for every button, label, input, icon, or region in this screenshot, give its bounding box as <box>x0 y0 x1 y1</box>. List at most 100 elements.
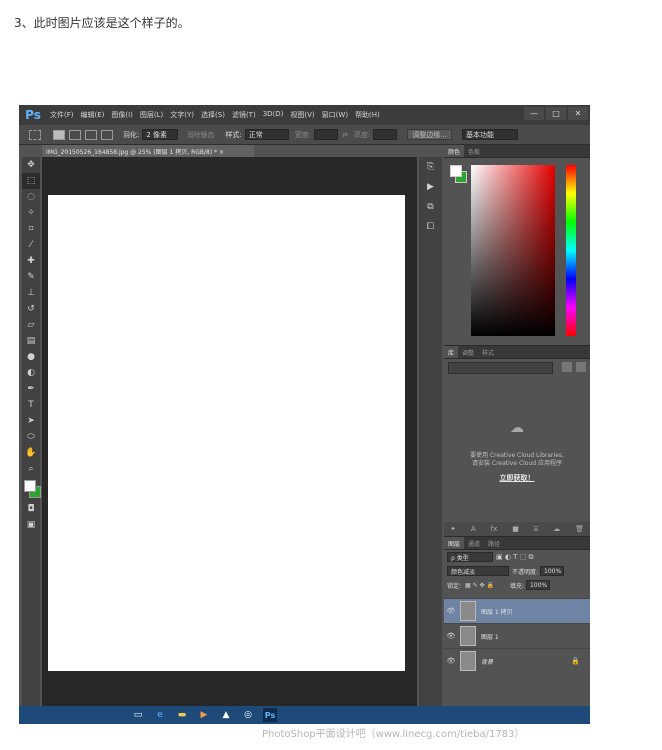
width-input[interactable] <box>314 129 339 140</box>
pen-tool-icon[interactable]: ✒ <box>22 381 40 397</box>
photos-app-icon[interactable]: ▲ <box>219 708 233 722</box>
task-view-icon[interactable]: ▭ <box>131 708 145 722</box>
close-button[interactable]: ✕ <box>568 107 588 120</box>
hand-tool-icon[interactable]: ✋ <box>22 445 40 461</box>
get-now-link[interactable]: 立即获取！ <box>444 473 590 483</box>
style-select[interactable]: 正常 <box>244 129 289 140</box>
magic-wand-tool-icon[interactable]: ✧ <box>22 205 40 221</box>
history-panel-icon[interactable]: ⎘ <box>419 157 442 177</box>
hue-slider[interactable] <box>566 165 576 336</box>
lock-options-icons[interactable]: ▦ ✎ ✥ 🔒 <box>465 582 494 589</box>
document-canvas[interactable] <box>48 195 405 671</box>
layer-filter-icons[interactable]: ▣ ◐ T ⬚ ⧉ <box>496 553 534 562</box>
menu-file[interactable]: 文件(F) <box>50 110 74 120</box>
fill-input[interactable]: 100% <box>525 580 550 590</box>
workspace-select[interactable]: 基本功能 <box>462 129 518 140</box>
paths-panel-icon[interactable]: ⧠ <box>419 217 442 237</box>
add-graphic-icon[interactable]: ✦ <box>450 525 456 533</box>
opacity-input[interactable]: 100% <box>540 566 565 576</box>
eye-icon[interactable]: 👁 <box>444 632 458 640</box>
layer-filter-select[interactable]: ρ 类型 <box>447 552 493 562</box>
zoom-tool-icon[interactable]: ⌕ <box>22 461 40 477</box>
menu-3d[interactable]: 3D(D) <box>263 110 284 120</box>
eyedropper-tool-icon[interactable]: ⁄ <box>22 237 40 253</box>
clone-stamp-tool-icon[interactable]: ⊥ <box>22 285 40 301</box>
document-tab[interactable]: IMG_20150526_164858.jpg @ 25% (图层 1 拷贝, … <box>42 145 254 157</box>
menu-window[interactable]: 窗口(W) <box>322 110 348 120</box>
layer-row[interactable]: 👁 背景 🔒 <box>444 648 590 673</box>
maximize-button[interactable]: □ <box>546 107 566 120</box>
gradient-tool-icon[interactable]: ▤ <box>22 333 40 349</box>
photoshop-taskbar-icon[interactable]: Ps <box>263 708 277 722</box>
media-player-icon[interactable]: ▶ <box>197 708 211 722</box>
lasso-tool-icon[interactable]: ◌ <box>22 189 40 205</box>
add-text-icon[interactable]: A <box>471 525 476 533</box>
menu-select[interactable]: 选择(S) <box>201 110 225 120</box>
blur-tool-icon[interactable]: ● <box>22 349 40 365</box>
actions-panel-icon[interactable]: ▶ <box>419 177 442 197</box>
healing-brush-tool-icon[interactable]: ✚ <box>22 253 40 269</box>
menu-edit[interactable]: 编辑(E) <box>81 110 105 120</box>
tab-paths[interactable]: 路径 <box>484 537 504 549</box>
tab-color[interactable]: 颜色 <box>444 145 465 157</box>
menu-type[interactable]: 文字(Y) <box>170 110 194 120</box>
library-select[interactable] <box>448 362 553 374</box>
tab-swatches[interactable]: 色板 <box>464 145 484 157</box>
history-brush-tool-icon[interactable]: ↺ <box>22 301 40 317</box>
add-fx-icon[interactable]: fx <box>491 525 498 533</box>
menu-filter[interactable]: 滤镜(T) <box>232 110 256 120</box>
quick-mask-icon[interactable]: ◘ <box>22 501 40 517</box>
marquee-tool-preset-icon[interactable] <box>29 129 41 140</box>
subtract-selection-icon[interactable] <box>85 129 97 140</box>
refine-edge-button[interactable]: 调整边缘... <box>407 129 452 140</box>
eraser-tool-icon[interactable]: ▱ <box>22 317 40 333</box>
crop-tool-icon[interactable]: ⌗ <box>22 221 40 237</box>
menu-view[interactable]: 视图(V) <box>290 110 314 120</box>
file-explorer-icon[interactable]: ▬ <box>175 708 189 722</box>
type-tool-icon[interactable]: T <box>22 397 40 413</box>
minimize-button[interactable]: — <box>524 107 544 120</box>
eye-icon[interactable]: 👁 <box>444 657 458 665</box>
tool-color-swatches[interactable] <box>22 477 41 501</box>
blend-mode-select[interactable]: 颜色减淡 <box>447 566 509 576</box>
tab-channels[interactable]: 通道 <box>464 537 484 549</box>
list-view-icon[interactable] <box>576 362 586 372</box>
height-input[interactable] <box>373 129 398 140</box>
color-picker-field[interactable] <box>471 165 555 336</box>
path-selection-tool-icon[interactable]: ➤ <box>22 413 40 429</box>
tab-layers[interactable]: 图层 <box>444 537 465 549</box>
brush-tool-icon[interactable]: ✎ <box>22 269 40 285</box>
new-selection-icon[interactable] <box>53 129 65 140</box>
tab-libraries[interactable]: 库 <box>444 346 459 358</box>
screen-mode-icon[interactable]: ▣ <box>22 517 40 533</box>
add-selection-icon[interactable] <box>69 129 81 140</box>
app-circle-icon[interactable]: ◎ <box>241 708 255 722</box>
tab-styles[interactable]: 样式 <box>478 346 498 358</box>
tools-panel: ✥ ⬚ ◌ ✧ ⌗ ⁄ ✚ ✎ ⊥ ↺ ▱ ▤ ● ◐ ✒ T ➤ ⬭ ✋ ⌕ … <box>22 157 41 724</box>
add-color-icon[interactable]: ■ <box>512 525 519 533</box>
shape-tool-icon[interactable]: ⬭ <box>22 429 40 445</box>
library-cloud-icon[interactable]: ☁ <box>553 525 560 533</box>
marquee-tool-icon[interactable]: ⬚ <box>22 173 40 189</box>
layer-row[interactable]: 👁 图层 1 <box>444 623 590 648</box>
feather-input[interactable]: 2 像素 <box>142 129 179 140</box>
library-sync-icon[interactable]: ⌸ <box>534 525 538 534</box>
move-tool-icon[interactable]: ✥ <box>22 157 40 173</box>
swap-icon[interactable]: ⇄ <box>342 131 348 139</box>
menu-image[interactable]: 图像(I) <box>111 110 133 120</box>
menu-layer[interactable]: 图层(L) <box>140 110 163 120</box>
dodge-tool-icon[interactable]: ◐ <box>22 365 40 381</box>
foreground-color-swatch[interactable] <box>24 480 36 492</box>
antialias-checkbox[interactable]: 消除锯齿 <box>186 130 214 140</box>
grid-view-icon[interactable] <box>562 362 572 372</box>
tab-adjustments[interactable]: 调整 <box>458 346 478 358</box>
properties-panel-icon[interactable]: ⧉ <box>419 197 442 217</box>
library-delete-icon[interactable]: 🗑 <box>575 525 584 533</box>
intersect-selection-icon[interactable] <box>101 129 113 140</box>
layer-row[interactable]: 👁 图层 1 拷贝 <box>444 598 590 623</box>
menu-help[interactable]: 帮助(H) <box>355 110 380 120</box>
canvas-area[interactable] <box>42 157 417 724</box>
color-panel-foreground-swatch[interactable] <box>450 165 462 177</box>
edge-browser-icon[interactable]: e <box>153 708 167 722</box>
eye-icon[interactable]: 👁 <box>444 607 458 615</box>
